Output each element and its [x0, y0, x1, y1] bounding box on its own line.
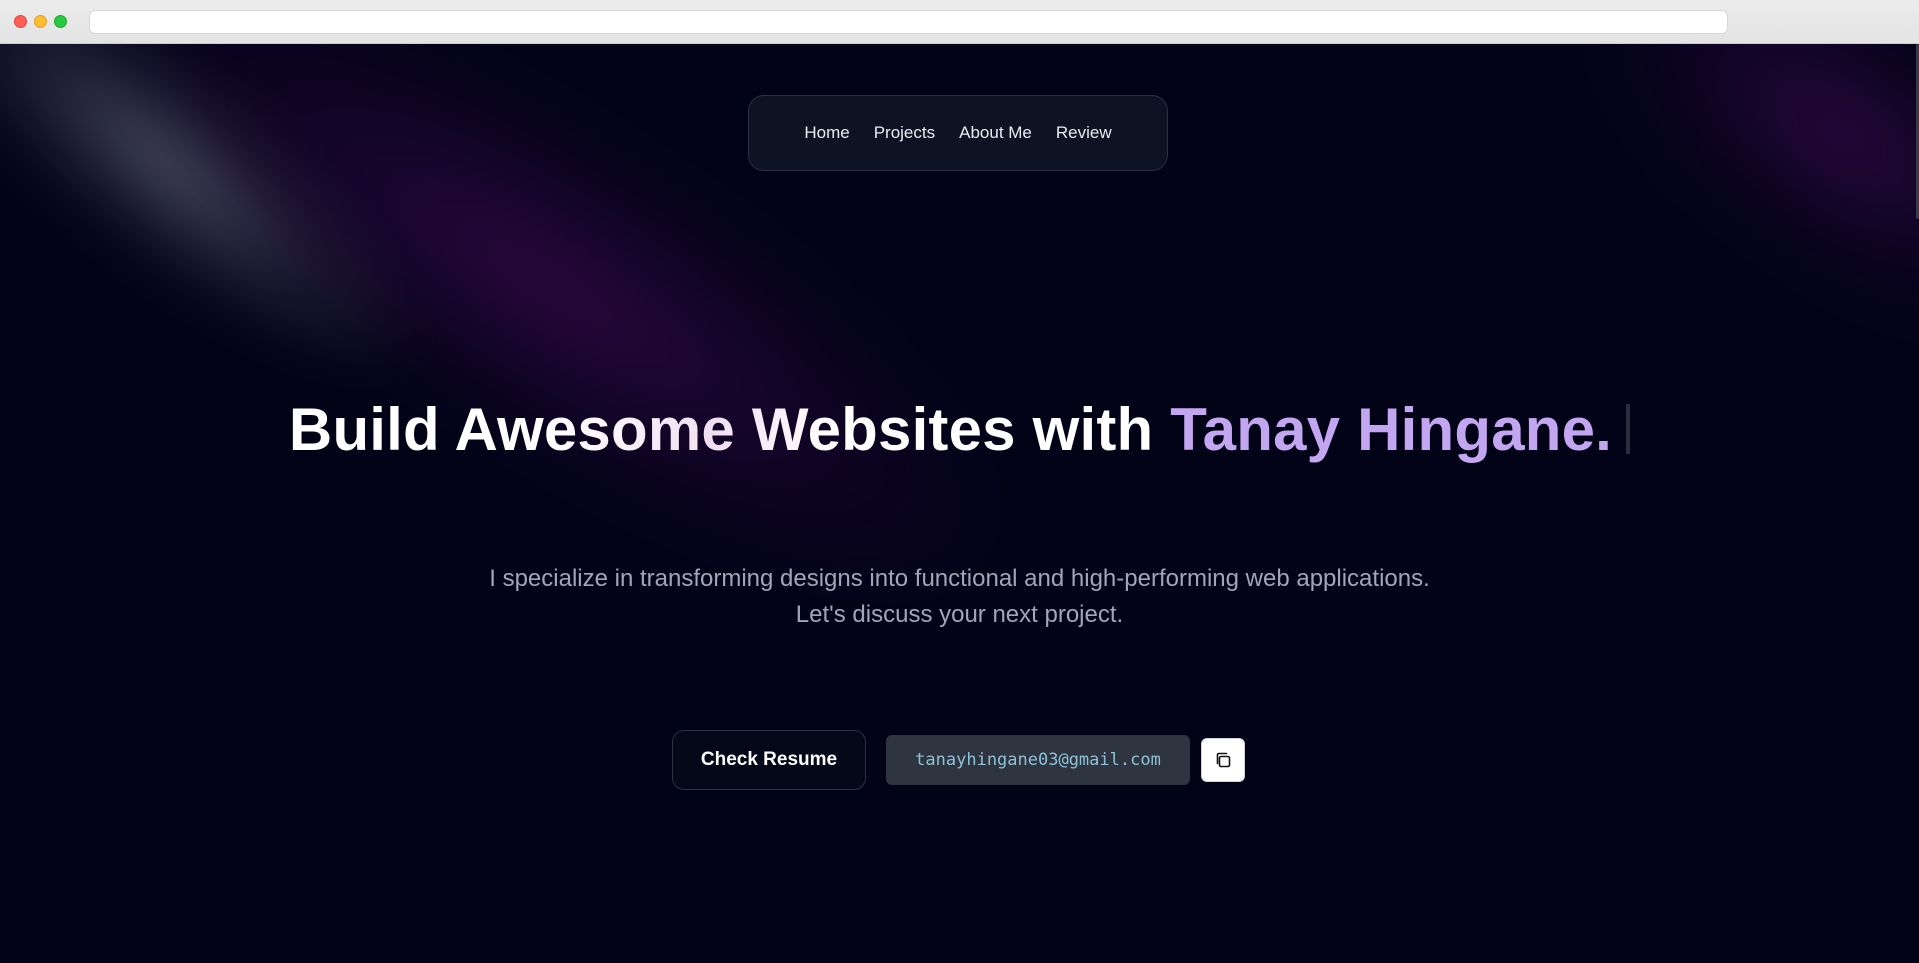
nav-link-projects[interactable]: Projects	[862, 123, 947, 143]
headline-text: Build Awesome Websites with	[288, 396, 1171, 463]
hero-headline: Build Awesome Websites with Tanay Hingan…	[0, 394, 1919, 466]
top-navbar: Home Projects About Me Review	[748, 95, 1168, 171]
headline-name: Tanay Hingane.	[1170, 396, 1613, 463]
nav-link-home[interactable]: Home	[792, 123, 861, 143]
browser-toolbar	[0, 0, 1919, 44]
background-glow-corner	[1552, 44, 1919, 390]
copy-icon	[1216, 752, 1231, 768]
page-viewport: Home Projects About Me Review Build Awes…	[0, 44, 1919, 963]
hero-actions: Check Resume tanayhingane03@gmail.com	[672, 730, 1245, 790]
check-resume-button[interactable]: Check Resume	[672, 730, 866, 790]
nav-link-review[interactable]: Review	[1044, 123, 1124, 143]
window-minimize-button[interactable]	[34, 15, 47, 28]
typing-caret	[1626, 404, 1631, 454]
hero-description: I specialize in transforming designs int…	[0, 561, 1919, 633]
address-bar[interactable]	[89, 10, 1728, 34]
window-zoom-button[interactable]	[54, 15, 67, 28]
copy-email-button[interactable]	[1201, 738, 1245, 782]
nav-link-about-me[interactable]: About Me	[947, 123, 1044, 143]
email-address: tanayhingane03@gmail.com	[886, 735, 1190, 785]
window-close-button[interactable]	[14, 15, 27, 28]
description-line-2: Let's discuss your next project.	[795, 601, 1124, 628]
description-line-1: I specialize in transforming designs int…	[489, 565, 1430, 592]
